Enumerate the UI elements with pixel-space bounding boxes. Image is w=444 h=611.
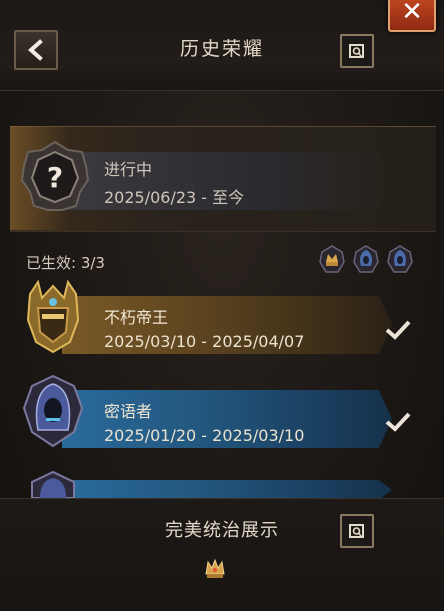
title-dates: 2025/01/20 - 2025/03/10 — [104, 426, 305, 445]
title-dates: 2025/03/10 - 2025/04/07 — [104, 332, 305, 351]
title-card-blue-partial[interactable] — [62, 480, 392, 500]
scroll-icon — [349, 44, 364, 58]
footer-title: 完美统治展示 — [165, 520, 279, 541]
chevron-left-icon — [27, 39, 43, 61]
page-title: 历史荣耀 — [179, 38, 264, 60]
history-scroll-button[interactable] — [340, 34, 374, 68]
title-name: 不朽帝王 — [104, 308, 169, 327]
title-name: 密语者 — [104, 402, 153, 421]
svg-text:?: ? — [47, 161, 63, 194]
hooded-whisperer-icon — [22, 374, 84, 448]
gold-king-helmet-icon — [26, 280, 80, 354]
checkmark-icon — [385, 320, 411, 340]
blue-hood-icon — [387, 245, 413, 273]
in-progress-dates: 2025/06/23 - 至今 — [104, 188, 245, 207]
back-button[interactable] — [14, 30, 58, 70]
checkmark-icon — [385, 412, 411, 432]
in-progress-status: 进行中 — [104, 160, 153, 179]
blue-hood-icon — [353, 245, 379, 273]
hooded-whisperer-icon — [31, 470, 75, 498]
close-button[interactable]: ✕ — [388, 0, 436, 32]
question-mark-badge-icon: ? — [20, 140, 90, 211]
display-scroll-button[interactable] — [340, 514, 374, 548]
effective-count: 已生效: 3/3 — [26, 254, 105, 272]
close-icon: ✕ — [401, 0, 423, 27]
footer-bar — [0, 498, 444, 611]
gold-crown-emblem-icon[interactable] — [202, 556, 228, 582]
gold-crown-icon — [319, 245, 345, 273]
scroll-icon — [349, 524, 364, 538]
